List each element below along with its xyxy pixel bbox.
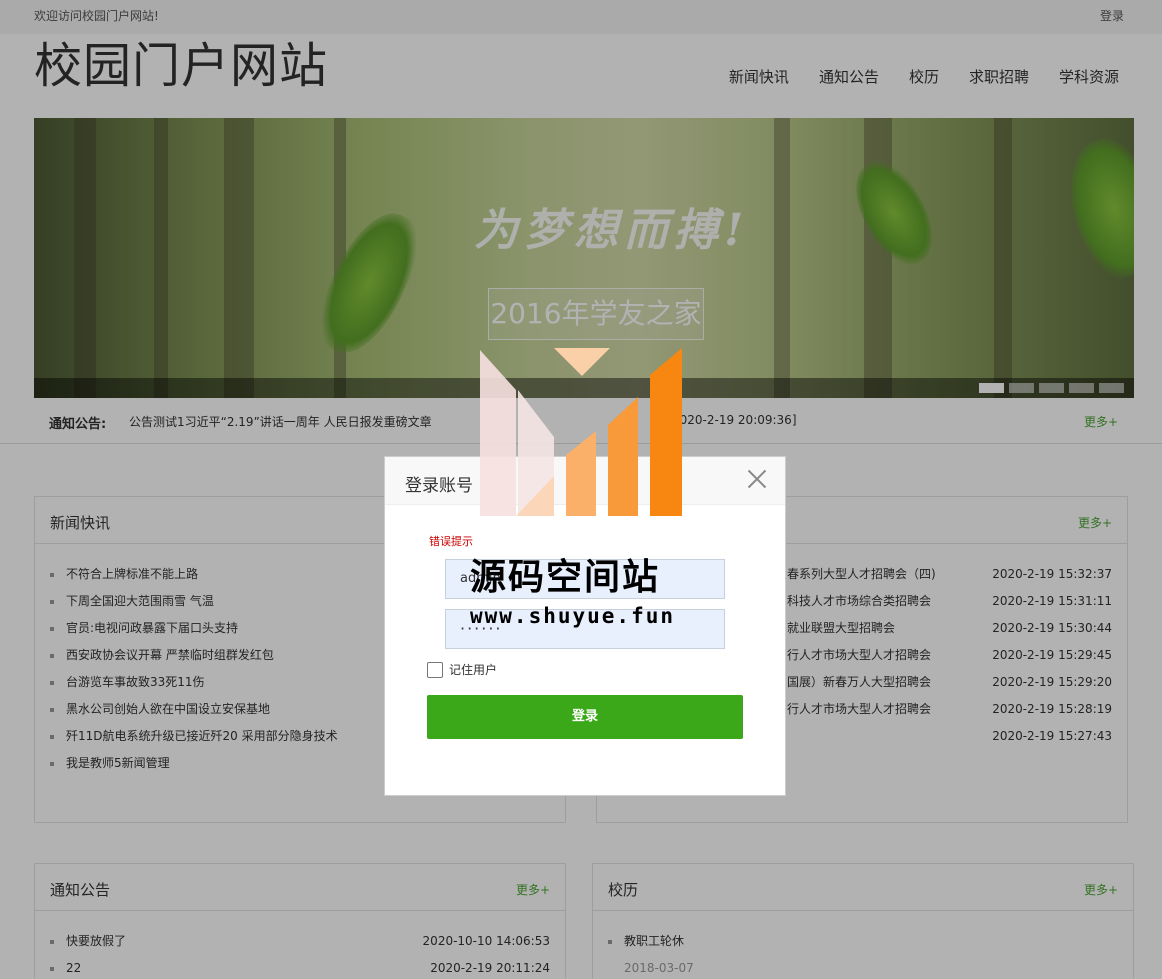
- remember-user[interactable]: 记住用户: [427, 661, 497, 678]
- login-modal-header: 登录账号: [385, 457, 785, 505]
- error-message: 错误提示: [429, 535, 473, 548]
- watermark-text: 源码空间站: [470, 557, 661, 598]
- remember-checkbox[interactable]: [427, 661, 443, 678]
- login-button[interactable]: 登录: [427, 695, 743, 739]
- remember-label: 记住用户: [449, 663, 498, 677]
- login-modal-title: 登录账号: [405, 476, 473, 496]
- close-icon[interactable]: [747, 469, 767, 489]
- watermark-url: www.shuyue.fun: [470, 604, 676, 628]
